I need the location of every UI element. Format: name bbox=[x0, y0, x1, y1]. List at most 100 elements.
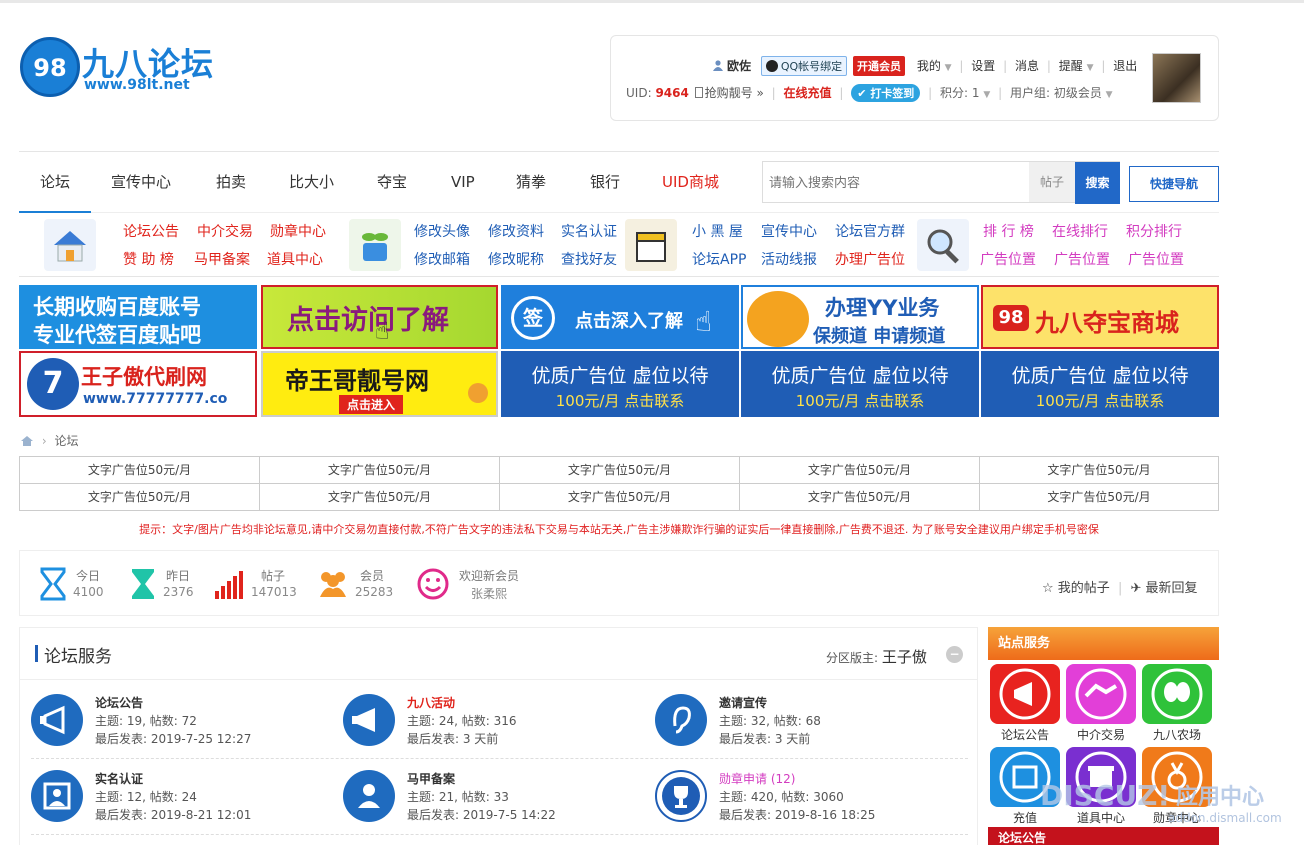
text-ad-cell[interactable]: 文字广告位50元/月 bbox=[500, 457, 740, 484]
link-edit-profile[interactable]: 修改资料 bbox=[488, 221, 544, 241]
text-ad-cell[interactable]: 文字广告位50元/月 bbox=[20, 484, 260, 511]
forum-last-post[interactable]: 最后发表: 2019-8-21 12:01 bbox=[95, 806, 251, 823]
forum-name[interactable]: 邀请宣传 bbox=[719, 694, 767, 711]
link-announcements[interactable]: 论坛公告 bbox=[123, 221, 179, 241]
avatar[interactable] bbox=[1152, 53, 1201, 103]
link-ad-slot[interactable]: 广告位置 bbox=[1128, 249, 1184, 269]
section-title[interactable]: 论坛服务 bbox=[44, 642, 112, 667]
text-ad-cell[interactable]: 文字广告位50元/月 bbox=[740, 457, 980, 484]
forum-name[interactable]: 论坛公告 bbox=[95, 694, 143, 711]
username[interactable]: 欧佐 bbox=[727, 59, 751, 73]
link-edit-avatar[interactable]: 修改头像 bbox=[414, 221, 470, 241]
open-vip-button[interactable]: 开通会员 bbox=[853, 56, 905, 76]
ad-baidu-account[interactable]: 长期收购百度账号 专业代签百度贴吧 bbox=[19, 285, 257, 349]
recharge-link[interactable]: 在线充值 bbox=[784, 86, 832, 100]
forum-item[interactable]: 论坛公告 主题: 19, 帖数: 72 最后发表: 2019-7-25 12:2… bbox=[31, 694, 331, 760]
nav-vip[interactable]: VIP bbox=[451, 152, 475, 213]
text-ad-cell[interactable]: 文字广告位50元/月 bbox=[980, 457, 1218, 484]
link-activity-news[interactable]: 活动线报 bbox=[761, 249, 817, 269]
forum-last-post[interactable]: 最后发表: 2019-7-5 14:22 bbox=[407, 806, 556, 823]
link-verify[interactable]: 实名认证 bbox=[561, 221, 617, 241]
grab-number-link[interactable]: 抢购靓号 » bbox=[705, 86, 764, 100]
search-type-select[interactable]: 帖子 bbox=[1029, 162, 1075, 202]
nav-promo-center[interactable]: 宣传中心 bbox=[111, 152, 171, 213]
forum-item[interactable]: 勋章申请 (12) 主题: 420, 帖数: 3060 最后发表: 2019-8… bbox=[655, 770, 955, 836]
text-ad-cell[interactable]: 文字广告位50元/月 bbox=[260, 484, 500, 511]
link-find-friends[interactable]: 查找好友 bbox=[561, 249, 617, 269]
forum-last-post[interactable]: 最后发表: 2019-8-16 18:25 bbox=[719, 806, 875, 823]
link-alias-record[interactable]: 马甲备案 bbox=[194, 249, 250, 269]
forum-item[interactable]: 马甲备案 主题: 21, 帖数: 33 最后发表: 2019-7-5 14:22 bbox=[343, 770, 643, 836]
nav-forum[interactable]: 论坛 bbox=[19, 152, 91, 213]
forum-name[interactable]: 实名认证 bbox=[95, 770, 143, 787]
service-escrow[interactable]: 中介交易 bbox=[1065, 664, 1137, 744]
link-forum-app[interactable]: 论坛APP bbox=[692, 249, 746, 269]
link-edit-email[interactable]: 修改邮箱 bbox=[414, 249, 470, 269]
link-medal-center[interactable]: 勋章中心 bbox=[270, 221, 326, 241]
forum-name-row[interactable]: 勋章申请 (12) bbox=[719, 770, 795, 787]
service-farm[interactable]: 九八农场 bbox=[1141, 664, 1213, 744]
my-posts-link[interactable]: ☆ 我的帖子 bbox=[1042, 581, 1110, 596]
ad-treasure-mall[interactable]: 98 九八夺宝商城 bbox=[981, 285, 1219, 349]
ad-slot-vacant[interactable]: 优质广告位 虚位以待 100元/月 点击联系 bbox=[741, 351, 979, 417]
nav-treasure[interactable]: 夺宝 bbox=[377, 152, 407, 213]
ad-yy-service[interactable]: 办理YY业务 保频道 申请频道 bbox=[741, 285, 979, 349]
link-ad-slot[interactable]: 广告位置 bbox=[980, 249, 1036, 269]
nav-auction[interactable]: 拍卖 bbox=[216, 152, 246, 213]
menu-my[interactable]: 我的 ▼ bbox=[917, 59, 952, 73]
menu-logout[interactable]: 退出 bbox=[1113, 59, 1137, 73]
forum-item[interactable]: 九八活动 主题: 24, 帖数: 316 最后发表: 3 天前 bbox=[343, 694, 643, 760]
service-announcements[interactable]: 论坛公告 bbox=[989, 664, 1061, 744]
text-ad-cell[interactable]: 文字广告位50元/月 bbox=[500, 484, 740, 511]
link-sponsors[interactable]: 赞 助 榜 bbox=[123, 249, 174, 269]
usergroup-menu[interactable]: 用户组: 初级会员 ▼ bbox=[1010, 86, 1113, 100]
link-promo-center[interactable]: 宣传中心 bbox=[761, 221, 817, 241]
menu-reminders[interactable]: 提醒 ▼ bbox=[1059, 59, 1094, 73]
menu-settings[interactable]: 设置 bbox=[971, 59, 995, 73]
search-button[interactable]: 搜索 bbox=[1075, 162, 1120, 204]
ad-click-visit[interactable]: 点击访问了解 ☝ bbox=[261, 285, 498, 349]
link-buy-ad[interactable]: 办理广告位 bbox=[835, 249, 905, 269]
forum-last-post[interactable]: 最后发表: 3 天前 bbox=[407, 730, 498, 747]
ad-slot-vacant[interactable]: 优质广告位 虚位以待 100元/月 点击联系 bbox=[981, 351, 1219, 417]
forum-item[interactable]: 邀请宣传 主题: 32, 帖数: 68 最后发表: 3 天前 bbox=[655, 694, 955, 760]
site-logo[interactable]: 98 九八论坛 www.98lt.net bbox=[20, 37, 220, 99]
nav-rps[interactable]: 猜拳 bbox=[516, 152, 546, 213]
ad-wangziao[interactable]: 7 王子傲代刷网 www.77777777.co bbox=[19, 351, 257, 417]
ad-learn-more[interactable]: 签 点击深入了解 ☝ bbox=[501, 285, 739, 349]
latest-replies-link[interactable]: ✈ 最新回复 bbox=[1130, 581, 1197, 596]
newest-member-link[interactable]: 张柔熙 bbox=[471, 585, 507, 602]
menu-messages[interactable]: 消息 bbox=[1015, 59, 1039, 73]
nav-uid-shop[interactable]: UID商城 bbox=[662, 152, 719, 213]
home-icon[interactable] bbox=[20, 435, 34, 450]
link-props-center[interactable]: 道具中心 bbox=[267, 249, 323, 269]
points-menu[interactable]: 积分: 1 ▼ bbox=[940, 86, 990, 100]
ad-diwangge[interactable]: 帝王哥靓号网 点击进入 bbox=[261, 351, 498, 417]
forum-last-post[interactable]: 最后发表: 2019-7-25 12:27 bbox=[95, 730, 251, 747]
text-ad-cell[interactable]: 文字广告位50元/月 bbox=[260, 457, 500, 484]
ad-slot-vacant[interactable]: 优质广告位 虚位以待 100元/月 点击联系 bbox=[501, 351, 739, 417]
link-blackroom[interactable]: 小 黑 屋 bbox=[692, 221, 743, 241]
nav-dice[interactable]: 比大小 bbox=[289, 152, 334, 213]
breadcrumb-forum[interactable]: 论坛 bbox=[54, 434, 78, 448]
link-leaderboard[interactable]: 排 行 榜 bbox=[983, 221, 1034, 241]
link-points-rank[interactable]: 积分排行 bbox=[1126, 221, 1182, 241]
collapse-icon[interactable]: − bbox=[946, 646, 963, 663]
forum-last-post[interactable]: 最后发表: 3 天前 bbox=[719, 730, 810, 747]
forum-item[interactable]: 实名认证 主题: 12, 帖数: 24 最后发表: 2019-8-21 12:0… bbox=[31, 770, 331, 836]
nav-bank[interactable]: 银行 bbox=[590, 152, 620, 213]
checkin-button[interactable]: ✔ 打卡签到 bbox=[851, 84, 921, 102]
text-ad-cell[interactable]: 文字广告位50元/月 bbox=[740, 484, 980, 511]
moderator-link[interactable]: 王子傲 bbox=[882, 648, 927, 666]
link-edit-nickname[interactable]: 修改昵称 bbox=[488, 249, 544, 269]
forum-name[interactable]: 马甲备案 bbox=[407, 770, 455, 787]
quick-nav-button[interactable]: 快捷导航 bbox=[1129, 166, 1219, 202]
link-official-group[interactable]: 论坛官方群 bbox=[835, 221, 905, 241]
search-input[interactable] bbox=[763, 162, 1029, 202]
link-online-rank[interactable]: 在线排行 bbox=[1052, 221, 1108, 241]
qq-bind-button[interactable]: QQ帐号绑定 bbox=[760, 56, 848, 76]
link-escrow[interactable]: 中介交易 bbox=[197, 221, 253, 241]
forum-name[interactable]: 九八活动 bbox=[407, 694, 455, 711]
text-ad-cell[interactable]: 文字广告位50元/月 bbox=[20, 457, 260, 484]
text-ad-cell[interactable]: 文字广告位50元/月 bbox=[980, 484, 1218, 511]
